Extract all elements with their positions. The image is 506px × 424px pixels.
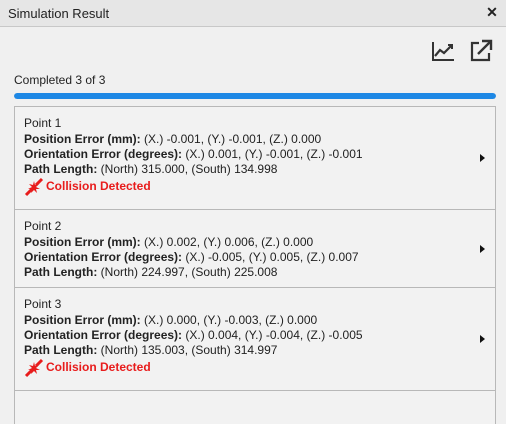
expand-chevron-icon[interactable] [480,154,485,162]
result-item-point-1[interactable]: Point 1 Position Error (mm): (X.) -0.001… [15,107,495,210]
point-label: Point 1 [24,116,62,130]
title-bar: Simulation Result ✕ [0,0,506,27]
position-error-line: Position Error (mm): (X.) -0.001, (Y.) -… [24,132,322,146]
orientation-error-line: Orientation Error (degrees): (X.) -0.005… [24,250,359,264]
line-chart-icon[interactable] [430,38,456,64]
progress-bar [14,93,496,99]
status-text: Completed 3 of 3 [14,73,106,87]
orientation-error-line: Orientation Error (degrees): (X.) 0.004,… [24,328,363,342]
progress-fill [14,93,496,99]
collision-detected-badge: Collision Detected [24,177,151,197]
path-length-line: Path Length: (North) 224.997, (South) 22… [24,265,278,279]
expand-chevron-icon[interactable] [480,335,485,343]
close-icon[interactable]: ✕ [484,4,500,20]
simulation-result-panel: Simulation Result ✕ Completed 3 of 3 Poi… [0,0,506,424]
point-label: Point 3 [24,297,62,311]
path-length-line: Path Length: (North) 135.003, (South) 31… [24,343,278,357]
result-item-point-3[interactable]: Point 3 Position Error (mm): (X.) 0.000,… [15,288,495,391]
collision-detected-badge: Collision Detected [24,358,151,378]
position-error-line: Position Error (mm): (X.) 0.002, (Y.) 0.… [24,235,314,249]
collision-icon [24,358,44,378]
collision-icon [24,177,44,197]
expand-chevron-icon[interactable] [480,245,485,253]
results-list[interactable]: Point 1 Position Error (mm): (X.) -0.001… [14,106,496,424]
orientation-error-line: Orientation Error (degrees): (X.) 0.001,… [24,147,363,161]
point-label: Point 2 [24,219,62,233]
result-item-point-2[interactable]: Point 2 Position Error (mm): (X.) 0.002,… [15,210,495,288]
path-length-line: Path Length: (North) 315.000, (South) 13… [24,162,278,176]
panel-title: Simulation Result [8,6,110,21]
external-link-icon[interactable] [468,38,494,64]
position-error-line: Position Error (mm): (X.) 0.000, (Y.) -0… [24,313,318,327]
